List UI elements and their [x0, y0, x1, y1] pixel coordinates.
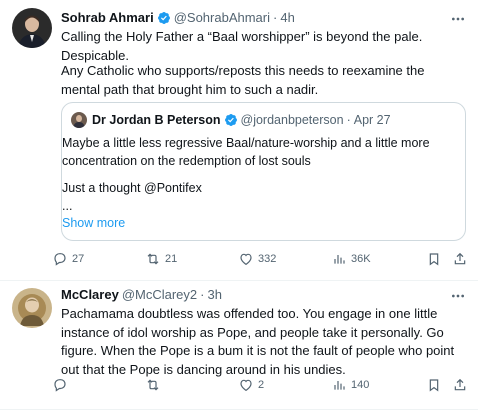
- verified-badge-icon: [224, 113, 238, 127]
- avatar-mcclarey[interactable]: [12, 288, 52, 328]
- tweet-sohrab-ahmari[interactable]: Sohrab Ahmari @SohrabAhmari · 4h Calling…: [0, 0, 478, 281]
- show-more-link[interactable]: Show more: [62, 216, 125, 230]
- bookmark-icon: [429, 253, 439, 266]
- timestamp[interactable]: 4h: [280, 10, 294, 25]
- like-icon: [240, 379, 252, 392]
- repost-icon: [147, 253, 159, 265]
- quoted-ellipsis: ...: [62, 199, 73, 213]
- views-button[interactable]: 36K: [331, 251, 371, 267]
- views-icon: [334, 255, 345, 264]
- bookmark-icon: [429, 379, 439, 392]
- views-button[interactable]: 140: [331, 377, 369, 393]
- more-icon[interactable]: [450, 11, 466, 27]
- reply-button[interactable]: [52, 377, 72, 393]
- views-count: 140: [351, 379, 370, 391]
- share-button[interactable]: [452, 251, 472, 267]
- quoted-text-line1: Maybe a little less regressive Baal/natu…: [62, 136, 430, 168]
- avatar-jordan-peterson: [71, 112, 87, 128]
- tweet-mcclarey[interactable]: McClarey @McClarey2 · 3h Pachamama doubt…: [0, 281, 478, 410]
- handle[interactable]: @SohrabAhmari: [174, 10, 270, 25]
- reply-count: 27: [72, 253, 85, 265]
- quoted-tweet[interactable]: Dr Jordan B Peterson @jordanbpeterson · …: [61, 102, 466, 241]
- separator-dot: ·: [273, 10, 278, 25]
- repost-icon: [147, 379, 159, 391]
- avatar-sohrab-ahmari[interactable]: [12, 8, 52, 48]
- display-name[interactable]: Sohrab Ahmari: [61, 10, 154, 25]
- more-icon[interactable]: [450, 288, 466, 304]
- tweet-text-line2: Any Catholic who supports/reposts this n…: [61, 63, 425, 97]
- tweet-text-line1: Calling the Holy Father a “Baal worshipp…: [61, 29, 423, 63]
- display-name[interactable]: McClarey: [61, 287, 119, 302]
- quoted-display-name[interactable]: Dr Jordan B Peterson: [92, 113, 221, 127]
- quoted-handle[interactable]: @jordanbpeterson: [241, 113, 344, 127]
- reply-icon: [54, 253, 66, 266]
- tweet-text: Pachamama doubtless was offended too. Yo…: [61, 306, 455, 377]
- repost-button[interactable]: 21: [145, 251, 177, 267]
- separator-dot: ·: [200, 287, 205, 302]
- handle[interactable]: @McClarey2: [122, 287, 197, 302]
- reply-button[interactable]: 27: [52, 251, 84, 267]
- bookmark-button[interactable]: [426, 251, 446, 267]
- share-icon: [454, 378, 466, 391]
- like-button[interactable]: 2: [238, 377, 264, 393]
- timestamp[interactable]: 3h: [207, 287, 221, 302]
- views-count: 36K: [351, 253, 371, 265]
- like-count: 2: [258, 379, 265, 391]
- like-count: 332: [258, 253, 277, 265]
- views-icon: [334, 381, 345, 390]
- quoted-timestamp[interactable]: Apr 27: [354, 113, 391, 127]
- verified-badge-icon: [157, 11, 171, 25]
- like-button[interactable]: 332: [238, 251, 276, 267]
- share-icon: [454, 252, 466, 265]
- tweet-header: McClarey @McClarey2 · 3h: [61, 287, 222, 302]
- repost-button[interactable]: [145, 377, 165, 393]
- repost-count: 21: [165, 253, 178, 265]
- reply-icon: [54, 379, 66, 392]
- quoted-tweet-header: Dr Jordan B Peterson @jordanbpeterson · …: [71, 112, 391, 128]
- quoted-text-line2: Just a thought @Pontifex: [62, 181, 202, 195]
- like-icon: [240, 253, 252, 266]
- separator-dot: ·: [346, 113, 351, 127]
- bookmark-button[interactable]: [426, 377, 446, 393]
- tweet-header: Sohrab Ahmari @SohrabAhmari · 4h: [61, 10, 295, 25]
- share-button[interactable]: [452, 377, 472, 393]
